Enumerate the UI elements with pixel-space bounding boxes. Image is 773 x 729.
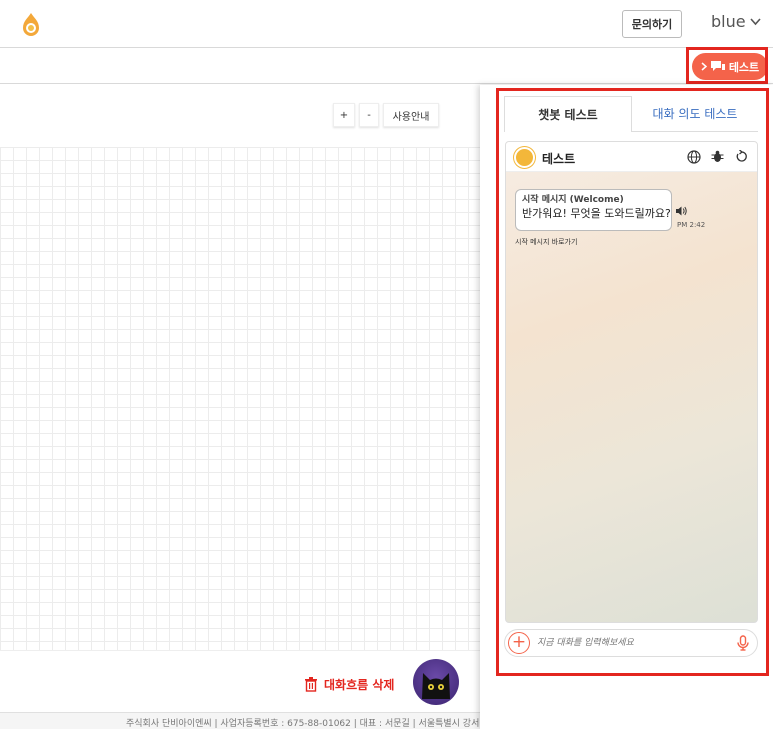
canvas-bottom-bar [0, 650, 480, 712]
chat-header: 테스트 [506, 142, 757, 172]
footer-company-info: 주식회사 단비아이엔씨 | 사업자등록번호 : 675-88-01062 | 대… [126, 719, 480, 729]
welcome-message-bubble: 시작 메시지 (Welcome) 반가워요! 무엇을 도와드릴까요? [515, 189, 672, 231]
tab-chatbot-test[interactable]: 챗봇 테스트 [504, 96, 632, 132]
logo-icon[interactable] [20, 12, 42, 38]
message-text: 반가워요! 무엇을 도와드릴까요? [522, 207, 671, 220]
chat-input[interactable] [537, 634, 727, 652]
username: blue [711, 12, 746, 31]
tab-intent-test[interactable]: 대화 의도 테스트 [632, 96, 758, 132]
refresh-icon[interactable] [734, 149, 749, 164]
black-cat-icon [422, 673, 450, 699]
speaker-icon[interactable] [676, 206, 688, 216]
top-bar: 문의하기 blue [0, 0, 773, 48]
trash-icon [305, 677, 317, 692]
message-time: PM 2:42 [677, 221, 706, 229]
secondary-toolbar [0, 48, 773, 84]
highlight-box-toggle [686, 47, 768, 84]
chevron-down-icon [749, 17, 761, 25]
plus-icon[interactable]: + [508, 632, 530, 654]
bot-name: 테스트 [542, 152, 576, 166]
bug-icon[interactable] [710, 149, 725, 164]
zoom-out-button[interactable]: - [359, 103, 379, 127]
flow-canvas[interactable]: + - 사용안내 [0, 85, 480, 650]
globe-icon[interactable] [686, 149, 701, 164]
guide-button[interactable]: 사용안내 [383, 103, 439, 127]
assistant-avatar[interactable] [413, 659, 459, 705]
message-title: 시작 메시지 (Welcome) [522, 195, 624, 205]
delete-flow-button[interactable]: 대화흐름 삭제 [304, 676, 394, 693]
user-menu[interactable]: blue [711, 12, 761, 31]
chat-input-bar: + [504, 629, 758, 657]
delete-flow-label: 대화흐름 삭제 [324, 678, 395, 692]
microphone-icon[interactable] [736, 635, 750, 651]
goto-welcome-link[interactable]: 시작 메시지 바로가기 [515, 237, 577, 247]
canvas-toolbar: + - 사용안내 [333, 103, 439, 127]
test-tabs: 챗봇 테스트 대화 의도 테스트 [504, 96, 758, 132]
inquiry-button[interactable]: 문의하기 [622, 10, 682, 38]
zoom-in-button[interactable]: + [333, 103, 355, 127]
chat-window: 테스트 시작 메시지 (Welcome) 반가워요! 무엇을 도와드릴까요? P… [505, 141, 758, 623]
bot-avatar-icon [514, 147, 535, 168]
footer: 주식회사 단비아이엔씨 | 사업자등록번호 : 675-88-01062 | 대… [0, 712, 490, 729]
